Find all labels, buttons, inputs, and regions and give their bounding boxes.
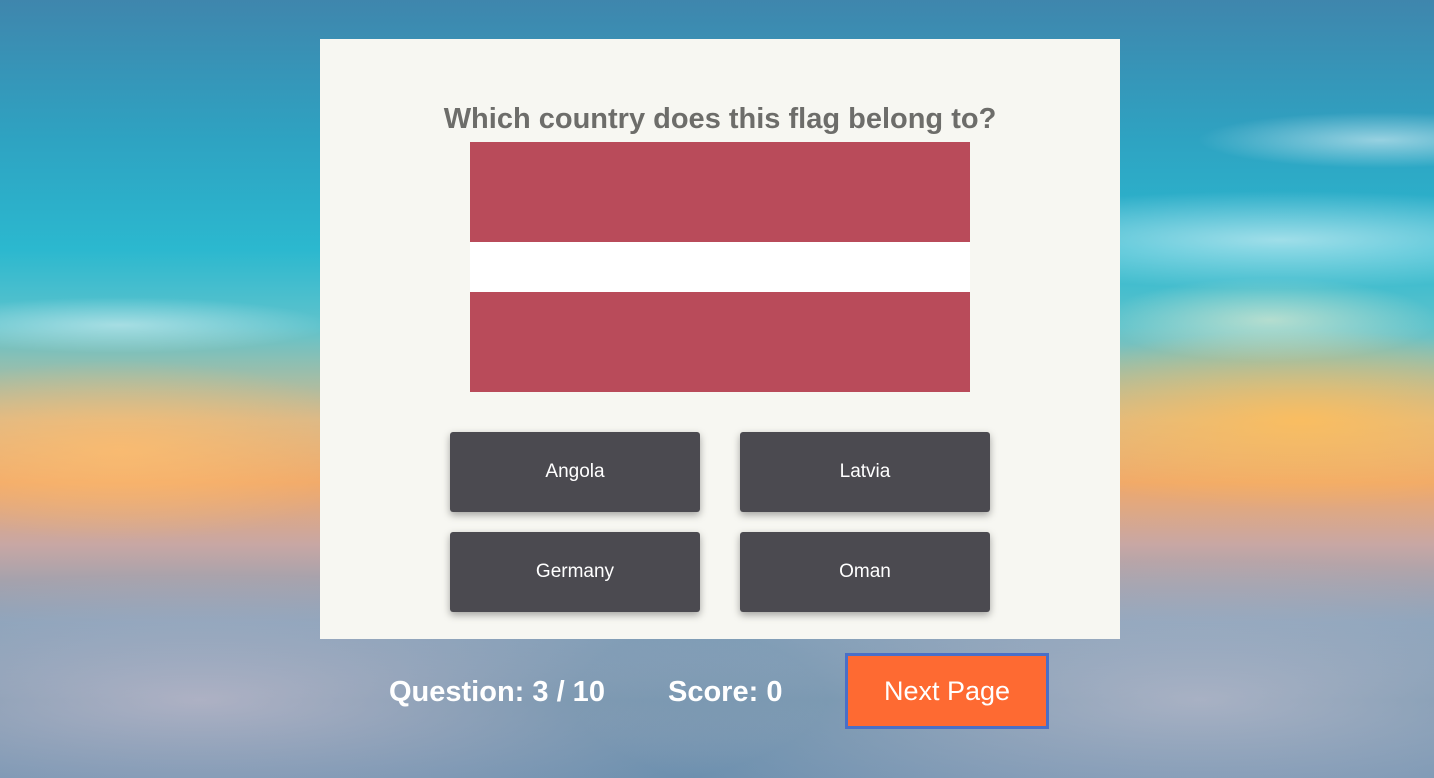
flag-image [470, 142, 970, 392]
flag-top-stripe [470, 142, 970, 242]
flag-middle-stripe [470, 242, 970, 292]
answer-button-latvia[interactable]: Latvia [740, 432, 990, 512]
answer-button-oman[interactable]: Oman [740, 532, 990, 612]
flag-bottom-stripe [470, 292, 970, 392]
question-counter: Question: 3 / 10 [389, 676, 605, 708]
quiz-card: Which country does this flag belong to? … [320, 39, 1120, 639]
score-display: Score: 0 [668, 676, 783, 708]
question-title: Which country does this flag belong to? [443, 103, 997, 135]
next-page-button[interactable]: Next Page [845, 653, 1049, 729]
answer-button-germany[interactable]: Germany [450, 532, 700, 612]
answer-button-angola[interactable]: Angola [450, 432, 700, 512]
